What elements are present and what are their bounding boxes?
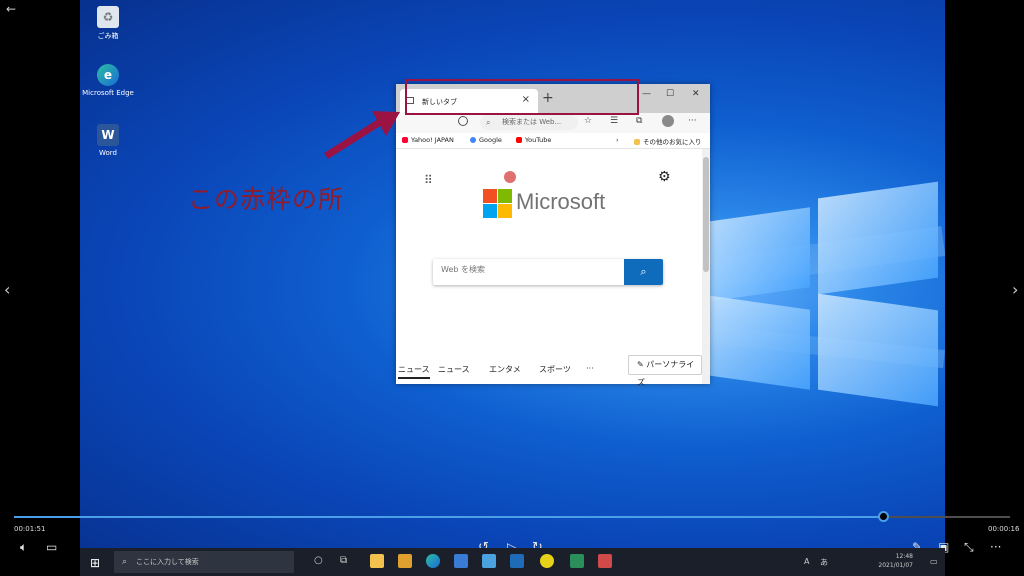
chevron-right-icon[interactable]: › bbox=[616, 136, 619, 144]
clock-time: 12:48 bbox=[895, 553, 913, 560]
tab-sports[interactable]: スポーツ bbox=[539, 364, 571, 375]
tab-entertainment[interactable]: エンタメ bbox=[489, 364, 521, 375]
back-arrow-icon[interactable]: ← bbox=[6, 2, 16, 16]
youtube-icon bbox=[516, 137, 522, 143]
address-bar: ⌕ 検索または Web... ☆ ☰ ⧉ ··· bbox=[396, 113, 710, 133]
favorite-label: Yahoo! JAPAN bbox=[411, 136, 454, 144]
annotation-note: この赤枠の所 bbox=[188, 185, 345, 214]
store-icon[interactable] bbox=[398, 554, 412, 568]
seek-bar[interactable] bbox=[14, 511, 1010, 522]
other-favorites-label: その他のお気に入り bbox=[643, 138, 702, 146]
app-launcher-icon[interactable]: ⠿ bbox=[424, 173, 433, 187]
address-input[interactable]: ⌕ 検索または Web... bbox=[480, 115, 578, 130]
app-icon[interactable] bbox=[570, 554, 584, 568]
edge-icon: e bbox=[97, 64, 119, 86]
collections-icon[interactable]: ⧉ bbox=[636, 116, 642, 126]
ime-hiragana-indicator[interactable]: あ bbox=[820, 557, 828, 568]
search-icon: ⌕ bbox=[640, 265, 647, 278]
web-search-box: ⌕ bbox=[433, 259, 663, 285]
exit-fullscreen-icon[interactable]: ⤡ bbox=[964, 540, 974, 555]
mouse-cursor-highlight bbox=[504, 171, 516, 183]
profile-avatar-icon[interactable] bbox=[662, 115, 674, 127]
favorite-star-icon[interactable]: ☆ bbox=[584, 116, 592, 126]
ime-indicator[interactable]: A bbox=[804, 557, 809, 566]
windows-taskbar: ⊞ ⌕ ここに入力して検索 ○ ⧉ A あ 12:48 2021/01/07 ▭ bbox=[80, 548, 945, 576]
subtitles-icon[interactable]: ▭ bbox=[46, 540, 57, 554]
page-scrollbar[interactable] bbox=[702, 149, 710, 384]
more-menu-icon[interactable]: ··· bbox=[688, 116, 697, 126]
taskbar-search-box[interactable]: ⌕ ここに入力して検索 bbox=[114, 551, 294, 573]
windows-wallpaper-logo bbox=[700, 181, 940, 407]
file-explorer-icon[interactable] bbox=[370, 554, 384, 568]
elapsed-time: 00:01:51 bbox=[14, 525, 46, 533]
desktop-icon-word[interactable]: W Word bbox=[80, 124, 138, 157]
folder-icon bbox=[634, 139, 640, 145]
google-icon bbox=[470, 137, 476, 143]
notification-icon[interactable]: ▭ bbox=[930, 557, 938, 566]
desktop-icon-label: ごみ箱 bbox=[97, 32, 119, 40]
media-player: ♻ ごみ箱 e Microsoft Edge W Word ← ‹ › 新しいタ… bbox=[0, 0, 1024, 576]
favorite-youtube[interactable]: YouTube bbox=[516, 136, 551, 144]
edge-taskbar-icon[interactable] bbox=[426, 554, 440, 568]
other-favorites[interactable]: その他のお気に入り bbox=[634, 136, 702, 146]
task-view-icon[interactable]: ⧉ bbox=[340, 555, 347, 566]
volume-icon[interactable]: 🔈︎ bbox=[20, 540, 27, 555]
reload-icon[interactable] bbox=[458, 116, 468, 126]
new-tab-page: ⠿ ⚙ Microsoft ⌕ ニュース ニュース エンタメ スポーツ ··· bbox=[396, 149, 702, 387]
taskbar-clock[interactable]: 12:48 2021/01/07 bbox=[878, 552, 913, 570]
previous-chevron-icon[interactable]: ‹ bbox=[4, 280, 10, 299]
personalize-button[interactable]: ✎ パーソナライズ bbox=[628, 355, 702, 387]
mail-icon[interactable] bbox=[454, 554, 468, 568]
search-icon: ⌕ bbox=[122, 557, 128, 567]
desktop-icon-label: Microsoft Edge bbox=[82, 89, 134, 97]
favorites-bar: Yahoo! JAPAN Google YouTube › その他のお気に入り bbox=[396, 133, 710, 149]
gear-icon[interactable]: ⚙ bbox=[658, 169, 671, 185]
desktop-icon-edge[interactable]: e Microsoft Edge bbox=[80, 64, 138, 97]
maximize-button[interactable]: ☐ bbox=[666, 89, 674, 99]
favorite-label: YouTube bbox=[525, 136, 552, 144]
minimize-button[interactable]: — bbox=[642, 89, 651, 99]
photos-icon[interactable] bbox=[482, 554, 496, 568]
search-button[interactable]: ⌕ bbox=[624, 259, 663, 285]
video-app-icon[interactable] bbox=[510, 554, 524, 568]
red-highlight-frame bbox=[405, 79, 639, 115]
seek-handle[interactable] bbox=[877, 511, 889, 522]
recycle-bin-icon: ♻ bbox=[97, 6, 119, 28]
more-options-icon[interactable]: ··· bbox=[990, 540, 1001, 554]
cortana-icon[interactable]: ○ bbox=[314, 555, 323, 566]
annotation-arrow-icon bbox=[324, 111, 400, 159]
taskbar-search-placeholder: ここに入力して検索 bbox=[136, 558, 199, 566]
microsoft-logo-icon bbox=[483, 189, 513, 219]
word-icon: W bbox=[97, 124, 119, 146]
clock-date: 2021/01/07 bbox=[878, 562, 913, 569]
sticky-app-icon[interactable] bbox=[540, 554, 554, 568]
search-icon: ⌕ bbox=[486, 118, 491, 127]
desktop-icon-label: Word bbox=[99, 149, 117, 157]
favorites-list-icon[interactable]: ☰ bbox=[610, 116, 618, 126]
next-chevron-icon[interactable]: › bbox=[1012, 280, 1018, 299]
favorite-google[interactable]: Google bbox=[470, 136, 502, 144]
remaining-time: 00:00:16 bbox=[988, 525, 1020, 533]
desktop-icon-recycle-bin[interactable]: ♻ ごみ箱 bbox=[80, 6, 138, 41]
address-placeholder: 検索または Web... bbox=[502, 118, 562, 126]
app-icon[interactable] bbox=[598, 554, 612, 568]
seek-bar-fill bbox=[14, 516, 883, 518]
scroll-thumb[interactable] bbox=[703, 157, 709, 272]
personalize-label: パーソナライズ bbox=[637, 360, 695, 387]
pencil-icon: ✎ bbox=[637, 360, 644, 369]
tab-news-selected[interactable]: ニュース bbox=[398, 364, 430, 379]
microsoft-wordmark: Microsoft bbox=[516, 189, 606, 214]
close-window-button[interactable]: ✕ bbox=[692, 89, 700, 99]
edge-browser-window: 新しいタブ × + — ☐ ✕ ⌕ 検索または Web... ☆ ☰ ⧉ ···… bbox=[396, 84, 710, 387]
tab-more[interactable]: ··· bbox=[586, 364, 594, 373]
web-search-input[interactable] bbox=[441, 265, 621, 274]
windows-start-icon[interactable]: ⊞ bbox=[90, 556, 100, 570]
tab-news[interactable]: ニュース bbox=[438, 364, 470, 375]
favorite-label: Google bbox=[479, 136, 502, 144]
